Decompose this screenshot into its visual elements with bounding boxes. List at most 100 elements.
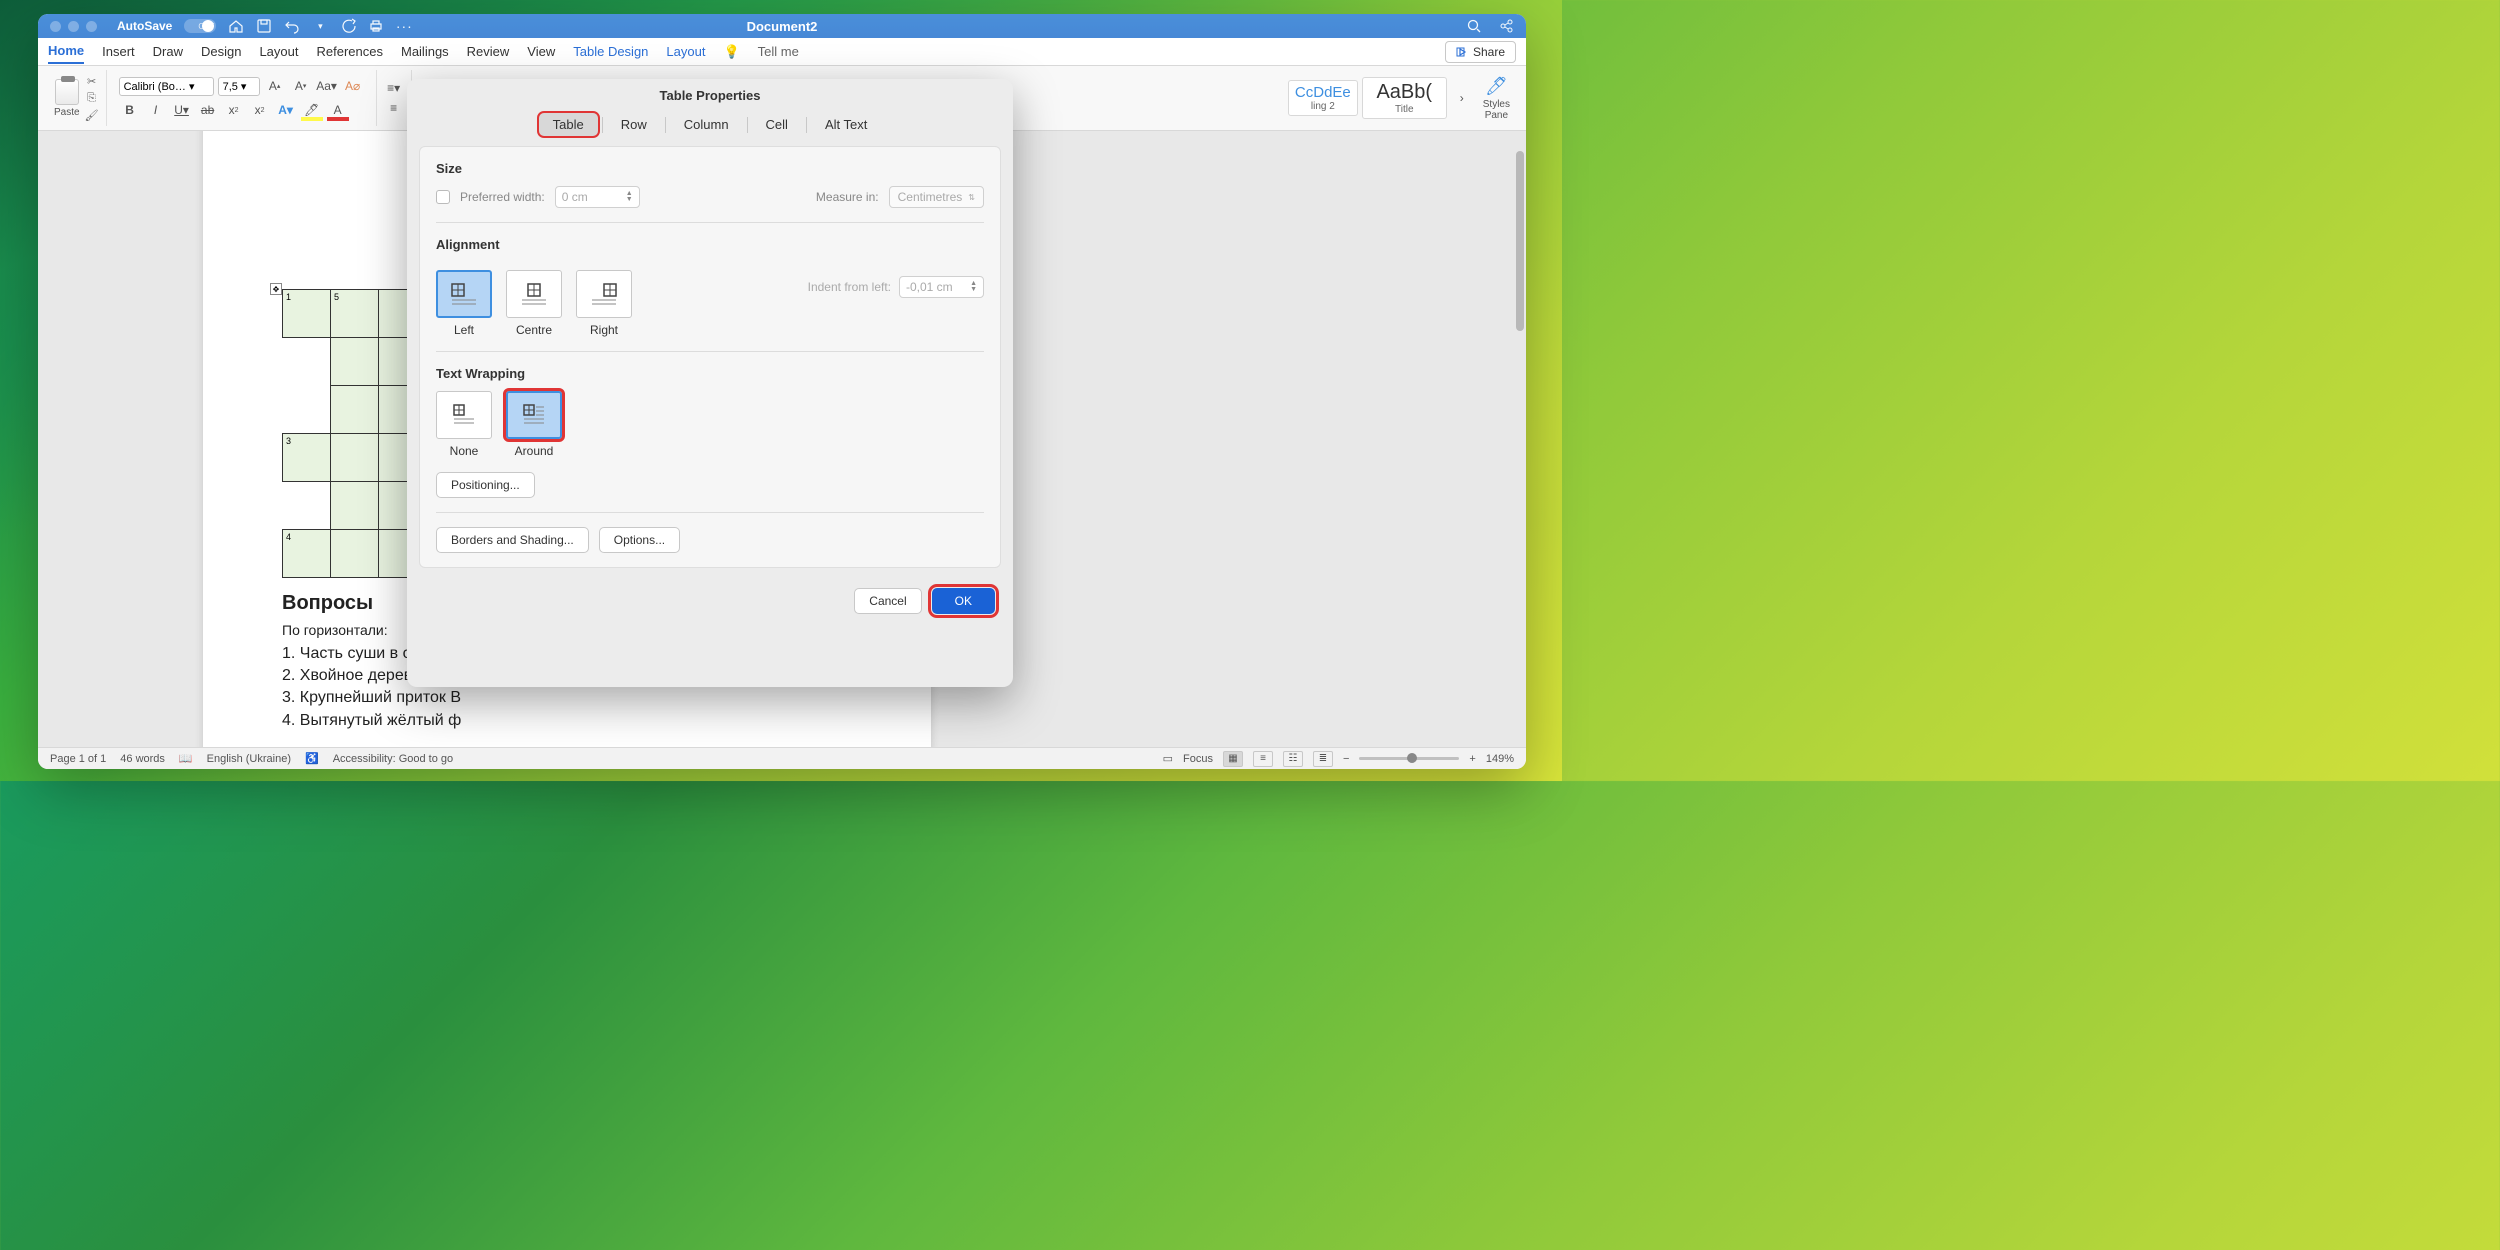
outline-view-icon[interactable]: ☷ <box>1283 751 1303 767</box>
dialog-tab-cell[interactable]: Cell <box>752 113 802 136</box>
ok-button[interactable]: OK <box>932 588 995 614</box>
minimize-icon[interactable] <box>68 21 79 32</box>
tab-design[interactable]: Design <box>201 40 241 63</box>
print-icon[interactable] <box>368 18 384 34</box>
preferred-width-input[interactable]: 0 cm▲▼ <box>555 186 640 208</box>
dialog-tab-table[interactable]: Table <box>539 113 598 136</box>
zoom-slider[interactable] <box>1359 757 1459 760</box>
format-painter-icon[interactable]: 🖌 <box>84 109 100 122</box>
share-button[interactable]: Share <box>1445 41 1516 63</box>
tellme[interactable]: Tell me <box>758 40 799 63</box>
clear-format-icon[interactable]: A⌀ <box>342 76 364 96</box>
redo-icon[interactable] <box>340 18 356 34</box>
table-cell[interactable]: 5 <box>331 290 379 338</box>
indent-input[interactable]: -0,01 cm▲▼ <box>899 276 984 298</box>
subscript-button[interactable]: x2 <box>223 100 245 120</box>
strike-button[interactable]: ab <box>197 100 219 120</box>
align-right-option[interactable] <box>576 270 632 318</box>
increase-font-icon[interactable]: A▴ <box>264 76 286 96</box>
align-left-option[interactable] <box>436 270 492 318</box>
table-cell[interactable] <box>331 434 379 482</box>
cut-icon[interactable]: ✂ <box>84 75 100 88</box>
bold-button[interactable]: B <box>119 100 141 120</box>
scrollbar[interactable] <box>1516 151 1524 331</box>
autosave-toggle[interactable]: OFF <box>184 19 216 33</box>
home-icon[interactable] <box>228 18 244 34</box>
spell-check-icon[interactable]: 📖 <box>179 752 193 765</box>
indent-label: Indent from left: <box>808 280 891 294</box>
underline-button[interactable]: U▾ <box>171 100 193 120</box>
copy-icon[interactable]: ⎘ <box>84 92 100 105</box>
bullets-icon[interactable]: ≡▾ <box>383 78 405 98</box>
align-left-icon[interactable]: ≡ <box>383 98 405 118</box>
dialog-tab-row[interactable]: Row <box>607 113 661 136</box>
positioning-button[interactable]: Positioning... <box>436 472 535 498</box>
dialog-tab-alttext[interactable]: Alt Text <box>811 113 881 136</box>
language-indicator[interactable]: English (Ukraine) <box>207 753 291 765</box>
paste-icon[interactable] <box>55 79 79 105</box>
accessibility-icon[interactable]: ♿ <box>305 752 319 765</box>
style-title[interactable]: AaBb( Title <box>1362 77 1447 119</box>
undo-icon[interactable] <box>284 18 300 34</box>
table-cell[interactable] <box>331 386 379 434</box>
maximize-icon[interactable] <box>86 21 97 32</box>
superscript-button[interactable]: x2 <box>249 100 271 120</box>
table-cell[interactable] <box>331 338 379 386</box>
search-icon[interactable] <box>1466 18 1482 34</box>
text-effects-icon[interactable]: A▾ <box>275 100 297 120</box>
wrap-none-option[interactable] <box>436 391 492 439</box>
table-move-handle[interactable]: ✥ <box>270 283 282 295</box>
italic-button[interactable]: I <box>145 100 167 120</box>
align-centre-option[interactable] <box>506 270 562 318</box>
tab-draw[interactable]: Draw <box>153 40 183 63</box>
styles-pane-icon[interactable]: 🖊 <box>1485 76 1508 97</box>
close-icon[interactable] <box>50 21 61 32</box>
zoom-out-icon[interactable]: − <box>1343 753 1349 765</box>
style-heading2[interactable]: CcDdEe ling 2 <box>1288 80 1358 116</box>
tab-table-layout[interactable]: Layout <box>666 40 705 63</box>
table-cell[interactable] <box>331 530 379 578</box>
word-count[interactable]: 46 words <box>120 753 165 765</box>
tab-references[interactable]: References <box>317 40 383 63</box>
zoom-in-icon[interactable]: + <box>1469 753 1475 765</box>
highlight-icon[interactable]: 🖊 <box>301 100 323 120</box>
preferred-width-checkbox[interactable] <box>436 190 450 204</box>
decrease-font-icon[interactable]: A▾ <box>290 76 312 96</box>
font-size-select[interactable]: 7,5 ▾ <box>218 77 260 96</box>
share-icon[interactable] <box>1498 18 1514 34</box>
table-cell[interactable]: 3 <box>283 434 331 482</box>
cancel-button[interactable]: Cancel <box>854 588 921 614</box>
styles-more-icon[interactable]: › <box>1451 88 1473 108</box>
focus-label[interactable]: Focus <box>1183 753 1213 765</box>
table-cell[interactable] <box>331 482 379 530</box>
tab-insert[interactable]: Insert <box>102 40 135 63</box>
tab-review[interactable]: Review <box>467 40 510 63</box>
accessibility-status[interactable]: Accessibility: Good to go <box>333 753 453 765</box>
tab-mailings[interactable]: Mailings <box>401 40 449 63</box>
save-icon[interactable] <box>256 18 272 34</box>
tab-table-design[interactable]: Table Design <box>573 40 648 63</box>
table-cell[interactable]: 4 <box>283 530 331 578</box>
page-indicator[interactable]: Page 1 of 1 <box>50 753 106 765</box>
font-name-select[interactable]: Calibri (Bo… ▾ <box>119 77 214 96</box>
zoom-level[interactable]: 149% <box>1486 753 1514 765</box>
measure-in-select[interactable]: Centimetres ⇅ <box>889 186 984 208</box>
options-button[interactable]: Options... <box>599 527 680 553</box>
table-cell[interactable]: 1 <box>283 290 331 338</box>
more-icon[interactable]: ··· <box>396 18 412 34</box>
tellme-bulb-icon[interactable]: 💡 <box>723 44 739 60</box>
change-case-icon[interactable]: Aa▾ <box>316 76 338 96</box>
print-layout-view-icon[interactable]: ▦ <box>1223 751 1243 767</box>
chevron-down-icon[interactable]: ▾ <box>312 18 328 34</box>
draft-view-icon[interactable]: ≣ <box>1313 751 1333 767</box>
font-color-icon[interactable]: A <box>327 100 349 120</box>
tab-layout[interactable]: Layout <box>259 40 298 63</box>
focus-mode-icon[interactable]: ▭ <box>1163 752 1173 765</box>
dialog-tab-column[interactable]: Column <box>670 113 743 136</box>
wrap-around-option[interactable] <box>506 391 562 439</box>
traffic-lights[interactable] <box>50 21 97 32</box>
tab-view[interactable]: View <box>527 40 555 63</box>
tab-home[interactable]: Home <box>48 39 84 64</box>
borders-shading-button[interactable]: Borders and Shading... <box>436 527 589 553</box>
web-layout-view-icon[interactable]: ≡ <box>1253 751 1273 767</box>
